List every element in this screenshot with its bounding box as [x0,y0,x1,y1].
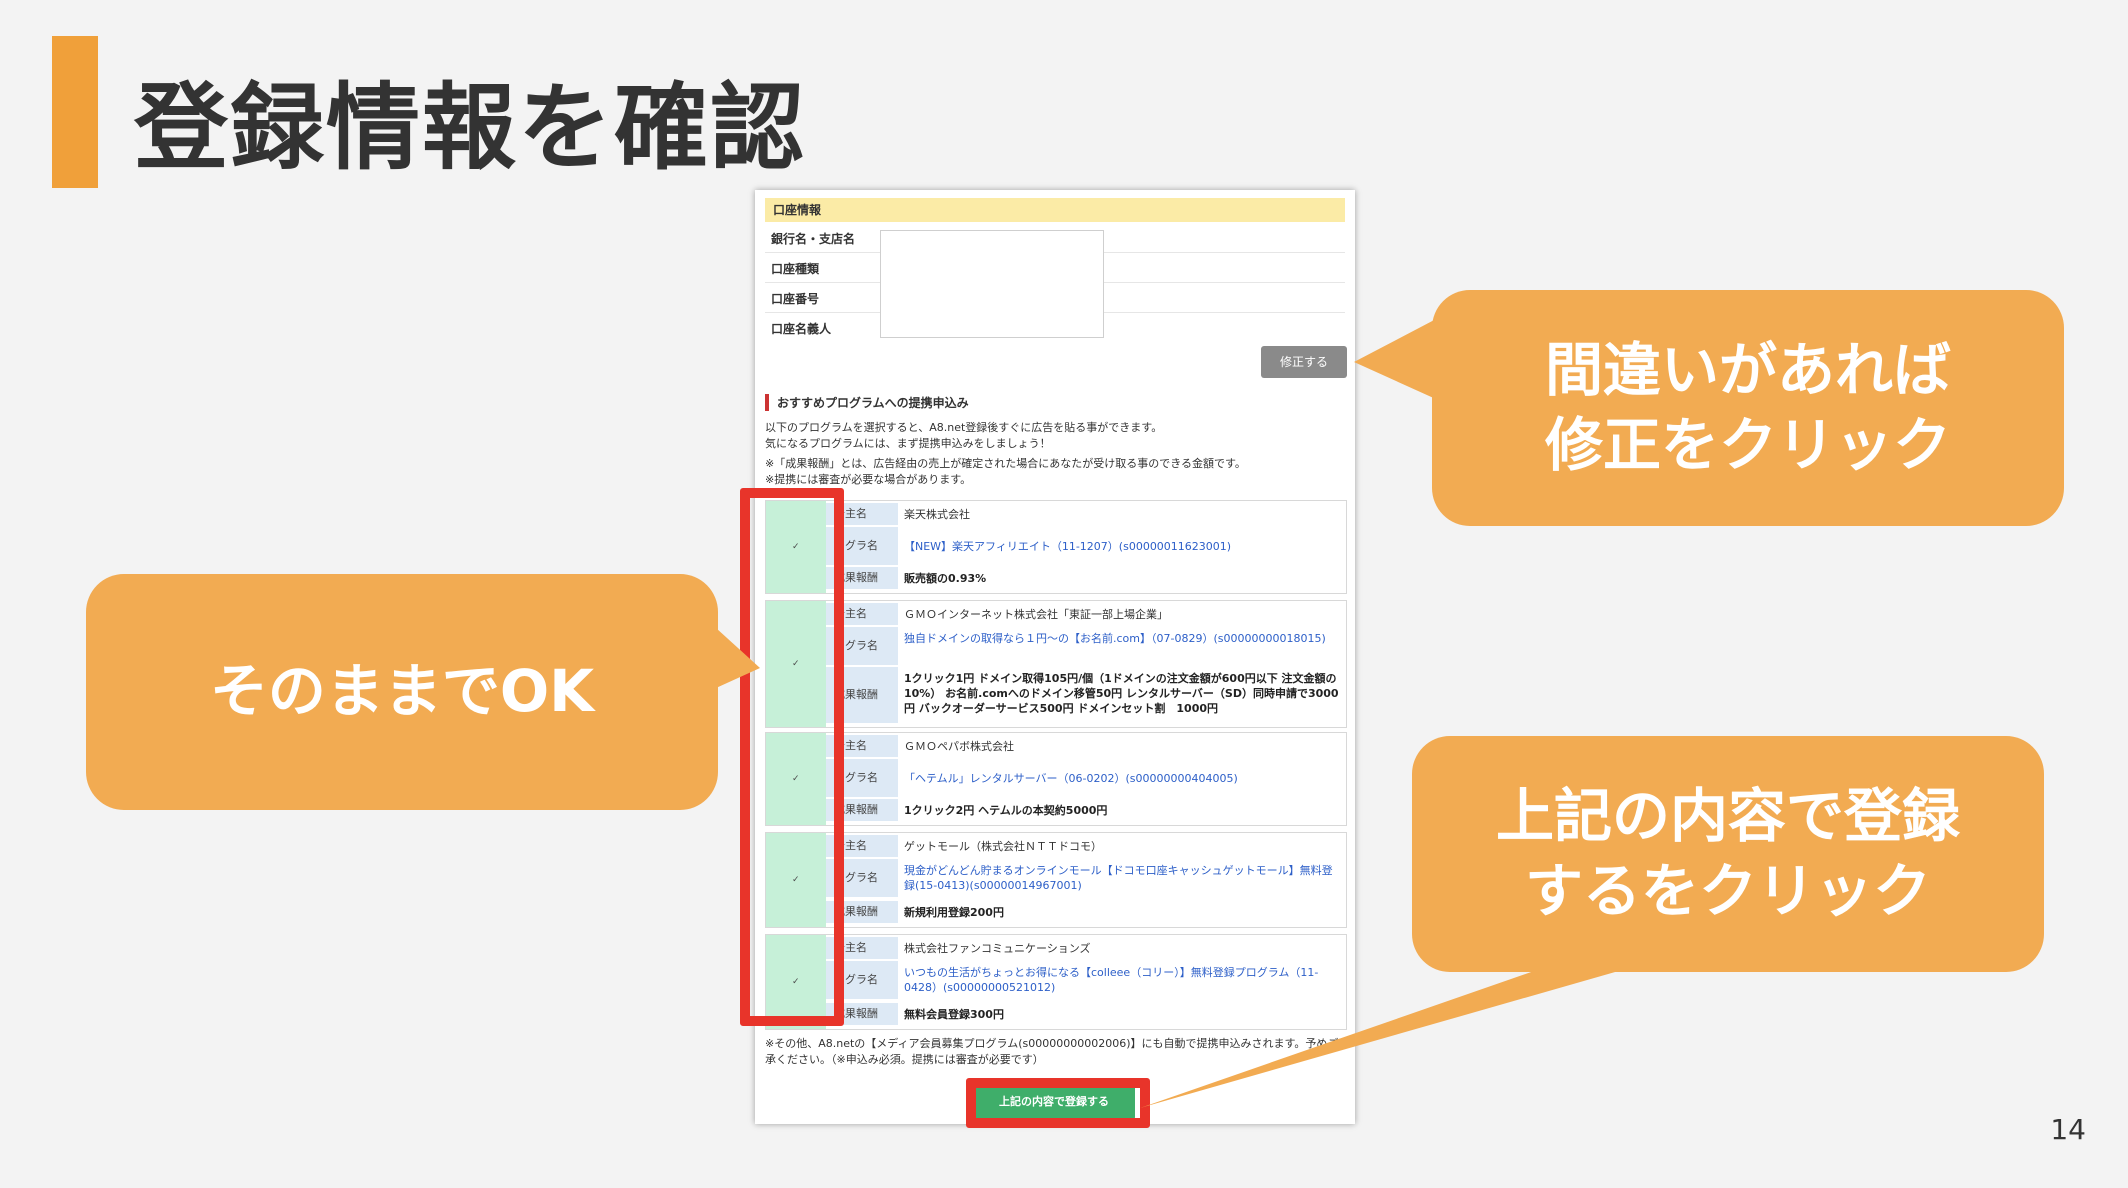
recommend-section-header: おすすめプログラムへの提携申込み [765,394,969,411]
reward-value: 新規利用登録200円 [904,906,1004,919]
advertiser-name: ＧＭＯインターネット株式会社「東証一部上場企業」 [904,608,1168,621]
program-link[interactable]: 独自ドメインの取得なら１円〜の【お名前.com】（07-0829）(s00000… [904,631,1340,646]
reward-value: 販売額の0.93% [904,572,987,585]
advertiser-name: 株式会社ファンコミュニケーションズ [904,942,1091,955]
checkbox-column-highlight [740,488,844,1026]
advertiser-name: ＧＭＯペパボ株式会社 [904,740,1014,753]
advertiser-name: 楽天株式会社 [904,508,970,521]
reward-value: 無料会員登録300円 [904,1008,1004,1021]
masked-account-info [880,230,1104,338]
program-link[interactable]: 「ヘテムル」レンタルサーバー（06-0202）(s00000000404005) [904,771,1340,786]
footer-note: ※その他、A8.netの【メディア会員募集プログラム(s000000000020… [765,1037,1350,1066]
ok-callout: そのままでOK [86,574,718,810]
title-accent-bar [52,36,98,188]
reward-value: 1クリック2円 ヘテムルの本契約5000円 [904,804,1108,817]
program-link[interactable]: 【NEW】楽天アフィリエイト（11-1207）(s00000011623001) [904,539,1340,554]
slide-title: 登録情報を確認 [134,74,807,183]
edit-button[interactable]: 修正する [1261,346,1347,378]
reward-value: 1クリック1円 ドメイン取得105円/個（1ドメインの注文金額が600円以下 注… [904,672,1339,715]
program-link[interactable]: いつもの生活がちょっとお得になる【colleee（コリー）】無料登録プログラム（… [904,965,1340,995]
program-link[interactable]: 現金がどんどん貯まるオンラインモール【ドコモ口座キャッシュゲットモール】無料登録… [904,863,1340,893]
program-card: ✓ 告主名 楽天株式会社 ログラ名 【NEW】楽天アフィリエイト（11-1207… [765,500,1347,594]
account-row-label: 銀行名・支店名 [771,232,856,246]
advertiser-name: ゲットモール（株式会社ＮＴＴドコモ） [904,840,1102,853]
program-card: ✓ 告主名 ゲットモール（株式会社ＮＴＴドコモ） ログラ名 現金がどんどん貯まる… [765,832,1347,928]
submit-button-highlight [966,1078,1150,1128]
intro-text: ※「成果報酬」とは、広告経由の売上が確定された場合にあなたが受け取る事のできる金… [765,457,1246,470]
intro-text: 以下のプログラムを選択すると、A8.net登録後すぐに広告を貼る事ができます。 [765,421,1163,434]
account-section-header: 口座情報 [765,198,1345,222]
page-number: 14 [2050,1113,2086,1146]
fix-callout-tail [1354,318,1438,400]
account-row-label: 口座種類 [771,262,820,276]
register-callout: 上記の内容で登録 するをクリック [1412,736,2044,972]
intro-text: 気になるプログラムには、まず提携申込みをしましょう！ [765,437,1051,450]
account-row-label: 口座番号 [771,292,820,306]
fix-callout: 間違いがあれば 修正をクリック [1432,290,2064,526]
program-card: ✓ 告主名 ＧＭＯインターネット株式会社「東証一部上場企業」 ログラ名 独自ドメ… [765,600,1347,728]
program-card: ✓ 告主名 株式会社ファンコミュニケーションズ ログラ名 いつもの生活がちょっと… [765,934,1347,1030]
registration-screenshot: 口座情報 銀行名・支店名 口座種類 口座番号 口座名義人 修正する おすすめプロ… [755,190,1355,1124]
account-row-label: 口座名義人 [771,322,832,336]
program-card: ✓ 告主名 ＧＭＯペパボ株式会社 ログラ名 「ヘテムル」レンタルサーバー（06-… [765,732,1347,826]
intro-text: ※提携には審査が必要な場合があります。 [765,473,972,486]
